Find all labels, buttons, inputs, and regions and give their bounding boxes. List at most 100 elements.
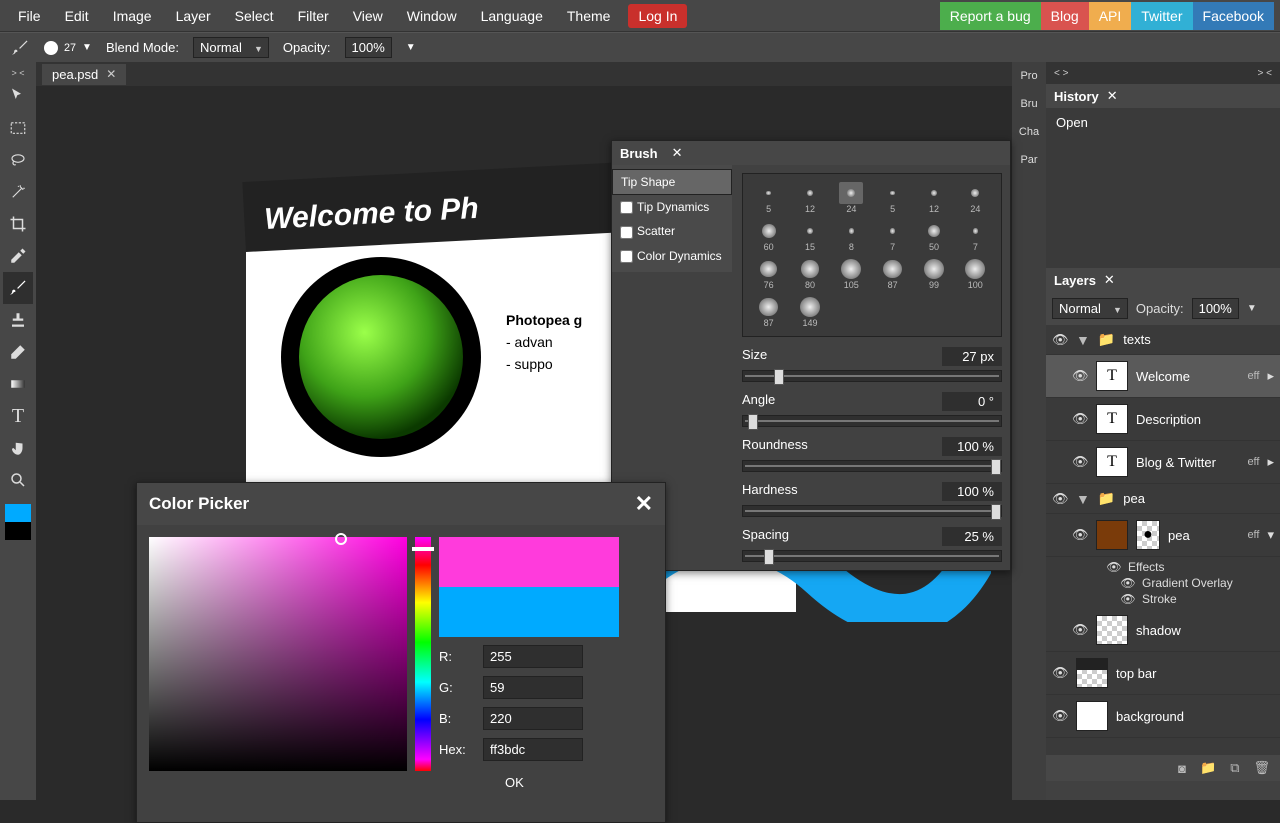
tip-shape-tab[interactable]: Tip Shape xyxy=(612,169,732,195)
effects-badge[interactable]: eff xyxy=(1247,529,1259,541)
document-tab[interactable]: pea.psd ✕ xyxy=(42,64,126,85)
hardness-value[interactable]: 100 % xyxy=(942,482,1002,501)
brush-panel[interactable]: Brush ✕ Tip Shape Tip Dynamics Scatter C… xyxy=(611,140,1011,571)
layer-name[interactable]: background xyxy=(1116,709,1274,724)
layer-name[interactable]: Welcome xyxy=(1136,369,1239,384)
brush-preset[interactable]: 80 xyxy=(790,256,829,292)
new-folder-icon[interactable]: 📁 xyxy=(1200,760,1216,776)
brush-preset[interactable]: 60 xyxy=(749,218,788,254)
g-input[interactable]: 59 xyxy=(483,676,583,699)
layer-row[interactable]: 👁●peaeff▾ xyxy=(1046,514,1280,557)
brush-tool-icon[interactable] xyxy=(3,272,33,304)
foreground-swatch[interactable] xyxy=(5,504,31,522)
angle-slider[interactable] xyxy=(742,415,1002,427)
brush-preset[interactable]: 8 xyxy=(832,218,871,254)
blend-mode-select[interactable]: Normal xyxy=(193,37,269,58)
visibility-icon[interactable]: 👁 xyxy=(1120,576,1136,590)
layer-name[interactable]: shadow xyxy=(1136,623,1274,638)
angle-value[interactable]: 0 ° xyxy=(942,392,1002,411)
properties-tab[interactable]: Pro xyxy=(1012,62,1046,90)
brush-preset[interactable]: 15 xyxy=(790,218,829,254)
visibility-icon[interactable]: 👁 xyxy=(1052,665,1068,681)
visibility-icon[interactable]: 👁 xyxy=(1072,454,1088,470)
brush-tab[interactable]: Bru xyxy=(1012,90,1046,118)
brush-panel-header[interactable]: Brush ✕ xyxy=(612,141,1010,165)
close-icon[interactable]: ✕ xyxy=(1104,272,1115,288)
layer-blend-select[interactable]: Normal xyxy=(1052,298,1128,319)
color-picker-panel[interactable]: Color Picker ✕ R:255 G:59 B:220 Hex:ff3b… xyxy=(136,482,666,823)
history-item[interactable]: Open xyxy=(1050,112,1276,133)
lasso-tool-icon[interactable] xyxy=(3,144,33,176)
layer-row[interactable]: 👁TWelcomeeff▸ xyxy=(1046,355,1280,398)
roundness-value[interactable]: 100 % xyxy=(942,437,1002,456)
visibility-icon[interactable]: 👁 xyxy=(1052,708,1068,724)
layer-name[interactable]: top bar xyxy=(1116,666,1274,681)
api-button[interactable]: API xyxy=(1089,2,1132,30)
login-button[interactable]: Log In xyxy=(628,4,687,28)
brush-preset[interactable]: 50 xyxy=(914,218,953,254)
add-mask-icon[interactable]: ◙ xyxy=(1178,761,1186,776)
layer-thumbnail[interactable] xyxy=(1076,658,1108,688)
menu-image[interactable]: Image xyxy=(101,2,164,30)
eyedropper-tool-icon[interactable] xyxy=(3,240,33,272)
visibility-icon[interactable]: 👁 xyxy=(1072,368,1088,384)
scatter-checkbox[interactable] xyxy=(620,226,633,239)
color-dynamics-tab[interactable]: Color Dynamics xyxy=(612,244,732,268)
brush-presets[interactable]: 51224512246015875077680105879910087149 xyxy=(742,173,1002,337)
blog-button[interactable]: Blog xyxy=(1041,2,1089,30)
scatter-tab[interactable]: Scatter xyxy=(612,219,732,243)
layer-name[interactable]: pea xyxy=(1168,528,1239,543)
menu-theme[interactable]: Theme xyxy=(555,2,623,30)
move-tool-icon[interactable] xyxy=(3,80,33,112)
effect-stroke[interactable]: Stroke xyxy=(1142,592,1177,606)
panel-handle[interactable]: < >> < xyxy=(1046,62,1280,84)
delete-layer-icon[interactable]: 🗑 xyxy=(1253,760,1270,776)
layer-group[interactable]: 👁▼📁pea xyxy=(1046,484,1280,514)
visibility-icon[interactable]: 👁 xyxy=(1052,332,1068,348)
effects-badge[interactable]: eff xyxy=(1247,370,1259,382)
layer-row[interactable]: 👁 top bar xyxy=(1046,652,1280,695)
color-dynamics-checkbox[interactable] xyxy=(620,250,633,263)
marquee-tool-icon[interactable] xyxy=(3,112,33,144)
visibility-icon[interactable]: 👁 xyxy=(1106,560,1122,574)
crop-tool-icon[interactable] xyxy=(3,208,33,240)
brush-preset[interactable]: 100 xyxy=(956,256,995,292)
layer-row[interactable]: 👁TDescription xyxy=(1046,398,1280,441)
type-tool-icon[interactable]: T xyxy=(3,400,33,432)
layer-name[interactable]: pea xyxy=(1123,491,1274,506)
r-input[interactable]: 255 xyxy=(483,645,583,668)
hardness-slider[interactable] xyxy=(742,505,1002,517)
brush-preset[interactable]: 5 xyxy=(749,180,788,216)
stamp-tool-icon[interactable] xyxy=(3,304,33,336)
tip-dynamics-checkbox[interactable] xyxy=(620,201,633,214)
paragraph-tab[interactable]: Par xyxy=(1012,146,1046,174)
b-input[interactable]: 220 xyxy=(483,707,583,730)
opacity-dropdown-icon[interactable]: ▼ xyxy=(406,42,416,53)
tip-dynamics-tab[interactable]: Tip Dynamics xyxy=(612,195,732,219)
history-list[interactable]: Open xyxy=(1046,108,1280,268)
menu-edit[interactable]: Edit xyxy=(53,2,101,30)
menu-file[interactable]: File xyxy=(6,2,53,30)
spacing-value[interactable]: 25 % xyxy=(942,527,1002,546)
chevron-right-icon[interactable]: ▸ xyxy=(1267,454,1274,470)
zoom-tool-icon[interactable] xyxy=(3,464,33,496)
chevron-down-icon[interactable]: ▼ xyxy=(1076,491,1090,507)
layer-opacity-value[interactable]: 100% xyxy=(1192,298,1239,319)
effects-badge[interactable]: eff xyxy=(1247,456,1259,468)
close-tab-icon[interactable]: ✕ xyxy=(106,67,116,81)
brush-preset[interactable]: 76 xyxy=(749,256,788,292)
brush-preset[interactable]: 5 xyxy=(873,180,912,216)
size-value[interactable]: 27 px xyxy=(942,347,1002,366)
hand-tool-icon[interactable] xyxy=(3,432,33,464)
visibility-icon[interactable]: 👁 xyxy=(1120,592,1136,606)
brush-preset[interactable]: 12 xyxy=(790,180,829,216)
sv-cursor[interactable] xyxy=(335,533,347,545)
effects-label[interactable]: Effects xyxy=(1128,560,1164,574)
gradient-tool-icon[interactable] xyxy=(3,368,33,400)
layer-thumbnail[interactable] xyxy=(1096,615,1128,645)
layer-thumbnail[interactable]: T xyxy=(1096,447,1128,477)
hex-input[interactable]: ff3bdc xyxy=(483,738,583,761)
new-layer-icon[interactable]: ⧉ xyxy=(1230,760,1239,776)
color-swatches[interactable] xyxy=(5,504,31,540)
layer-group[interactable]: 👁▼📁texts xyxy=(1046,325,1280,355)
